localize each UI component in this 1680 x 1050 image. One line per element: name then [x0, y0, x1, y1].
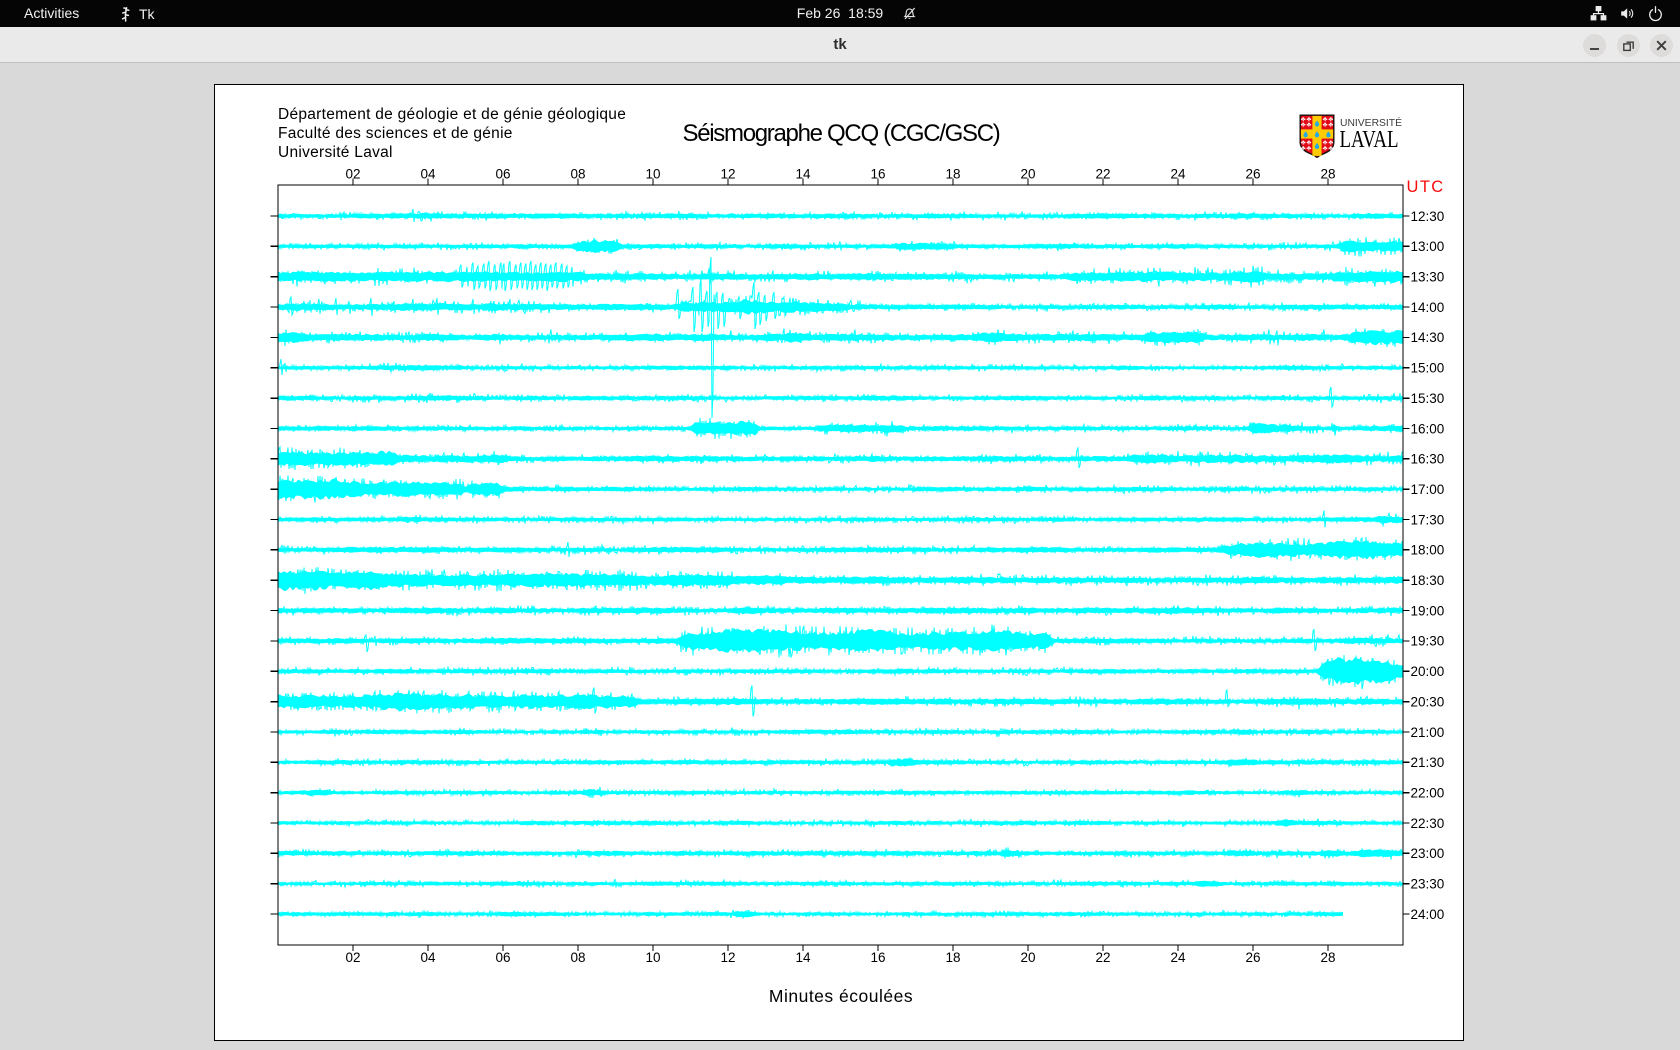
- svg-text:22: 22: [1095, 950, 1110, 965]
- svg-text:22:30: 22:30: [1411, 816, 1445, 831]
- svg-text:24:00: 24:00: [1411, 907, 1445, 922]
- svg-text:08: 08: [570, 167, 585, 182]
- svg-text:LAVAL: LAVAL: [1340, 127, 1399, 153]
- svg-text:16:00: 16:00: [1411, 421, 1445, 436]
- svg-text:15:30: 15:30: [1411, 391, 1445, 406]
- svg-text:28: 28: [1320, 950, 1335, 965]
- svg-text:12: 12: [720, 167, 735, 182]
- svg-text:02: 02: [345, 167, 360, 182]
- svg-text:17:00: 17:00: [1411, 482, 1445, 497]
- svg-text:02: 02: [345, 950, 360, 965]
- svg-text:20: 20: [1020, 167, 1035, 182]
- svg-text:17:30: 17:30: [1411, 512, 1445, 527]
- svg-text:22:00: 22:00: [1411, 785, 1445, 800]
- svg-text:06: 06: [495, 950, 510, 965]
- svg-text:10: 10: [645, 167, 660, 182]
- svg-text:04: 04: [420, 950, 436, 965]
- svg-text:14:30: 14:30: [1411, 330, 1445, 345]
- svg-text:14:00: 14:00: [1411, 300, 1445, 315]
- svg-text:14: 14: [795, 950, 811, 965]
- svg-text:10: 10: [645, 950, 660, 965]
- svg-text:04: 04: [420, 167, 436, 182]
- svg-text:18: 18: [945, 167, 960, 182]
- svg-text:12:30: 12:30: [1411, 209, 1445, 224]
- svg-text:20: 20: [1020, 950, 1035, 965]
- svg-text:13:00: 13:00: [1411, 239, 1445, 254]
- svg-text:13:30: 13:30: [1411, 270, 1445, 285]
- svg-text:16: 16: [870, 950, 885, 965]
- svg-text:23:00: 23:00: [1411, 846, 1445, 861]
- svg-text:21:00: 21:00: [1411, 725, 1445, 740]
- svg-text:12: 12: [720, 950, 735, 965]
- svg-text:20:00: 20:00: [1411, 664, 1445, 679]
- svg-text:26: 26: [1245, 167, 1260, 182]
- svg-text:18:00: 18:00: [1411, 543, 1445, 558]
- svg-text:UTC: UTC: [1407, 178, 1445, 196]
- svg-text:Minutes écoulées: Minutes écoulées: [769, 986, 913, 1006]
- svg-text:18:30: 18:30: [1411, 573, 1445, 588]
- svg-text:23:30: 23:30: [1411, 877, 1445, 892]
- svg-text:28: 28: [1320, 167, 1335, 182]
- svg-text:16: 16: [870, 167, 885, 182]
- svg-text:19:00: 19:00: [1411, 603, 1445, 618]
- svg-text:08: 08: [570, 950, 585, 965]
- svg-text:19:30: 19:30: [1411, 634, 1445, 649]
- svg-text:16:30: 16:30: [1411, 452, 1445, 467]
- svg-text:26: 26: [1245, 950, 1260, 965]
- svg-text:18: 18: [945, 950, 960, 965]
- svg-text:24: 24: [1170, 167, 1186, 182]
- svg-text:15:00: 15:00: [1411, 361, 1445, 376]
- svg-text:24: 24: [1170, 950, 1186, 965]
- svg-text:22: 22: [1095, 167, 1110, 182]
- svg-text:20:30: 20:30: [1411, 694, 1445, 709]
- svg-text:21:30: 21:30: [1411, 755, 1445, 770]
- svg-text:14: 14: [795, 167, 811, 182]
- svg-text:06: 06: [495, 167, 510, 182]
